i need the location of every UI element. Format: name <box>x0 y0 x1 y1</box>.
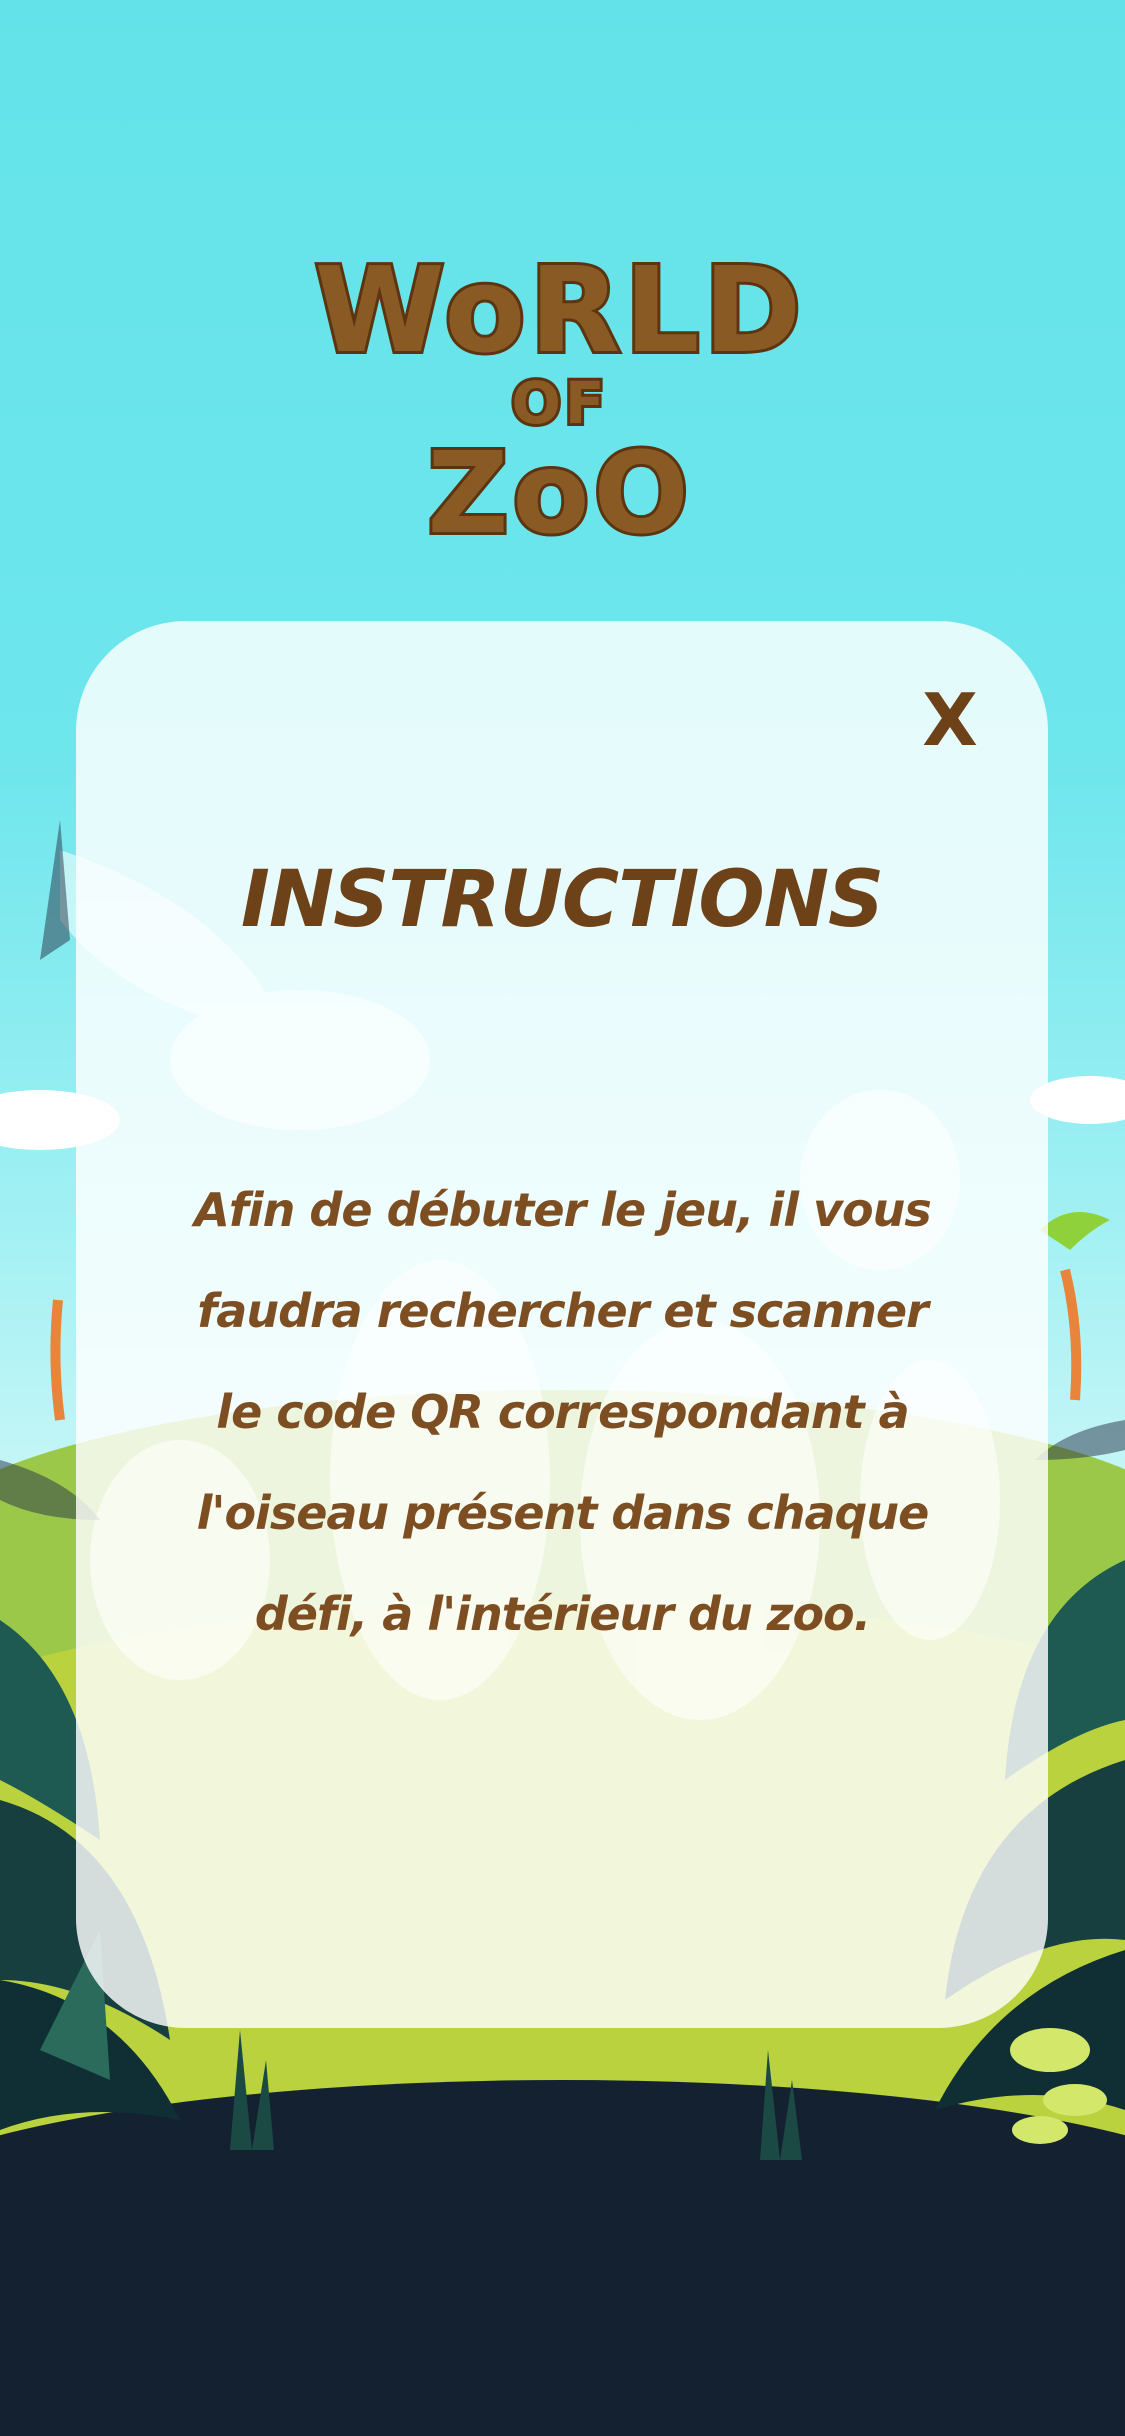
instructions-line: faudra rechercher et scanner <box>197 1284 928 1338</box>
instructions-line: le code QR correspondant à <box>216 1385 909 1439</box>
instructions-line: l'oiseau présent dans chaque <box>196 1486 930 1540</box>
logo-line-zoo: ZoO <box>424 429 693 559</box>
close-button[interactable]: X <box>905 680 995 760</box>
background-scene: WoRLD OF ZoO X INSTRUCTIONS Afin de débu… <box>0 0 1125 2436</box>
world-of-zoo-logo: WoRLD OF ZoO <box>300 241 820 560</box>
instructions-line: Afin de débuter le jeu, il vous <box>194 1183 931 1237</box>
instructions-line: défi, à l'intérieur du zoo. <box>254 1587 871 1641</box>
dialog-title: INSTRUCTIONS <box>240 855 884 945</box>
instructions-text: Afin de débuter le jeu, il vous faudra r… <box>150 1160 975 1665</box>
logo-line-world: WoRLD <box>311 241 806 379</box>
logo-line-of: OF <box>509 367 609 439</box>
